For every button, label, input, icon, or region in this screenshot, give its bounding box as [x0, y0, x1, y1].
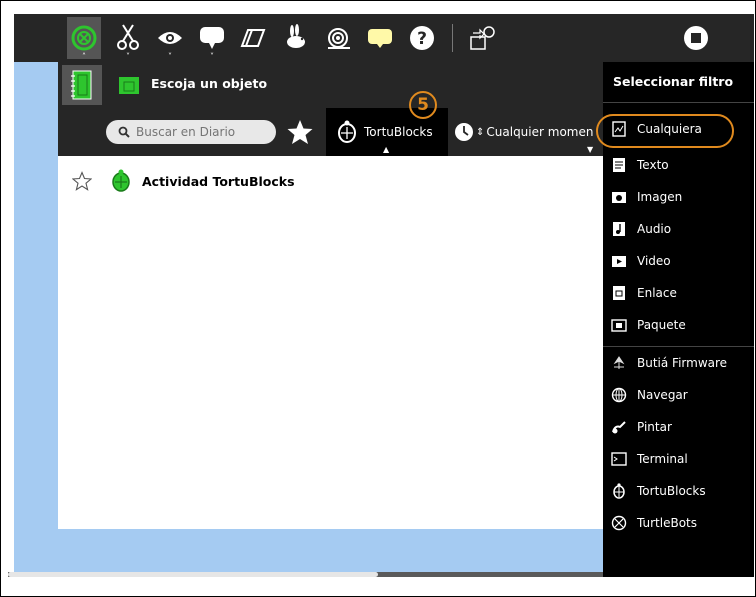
- filter-item-tortublocks[interactable]: TortuBlocks: [611, 478, 751, 504]
- activity-filter-label: TortuBlocks: [364, 125, 433, 139]
- filter-item-label: Audio: [637, 222, 672, 236]
- filter-item-label: Navegar: [637, 388, 688, 402]
- favorite-filter-star-icon[interactable]: [286, 118, 314, 146]
- filter-item-link[interactable]: Enlace: [611, 280, 751, 306]
- svg-text:?: ?: [417, 29, 427, 49]
- caret-down-icon: ▼: [587, 145, 594, 154]
- filter-item-video[interactable]: Video: [611, 248, 751, 274]
- link-file-icon: [611, 285, 627, 301]
- callout-number: 5: [409, 91, 437, 119]
- export-icon[interactable]: [462, 14, 502, 62]
- filter-item-label: Butiá Firmware: [637, 356, 728, 370]
- journal-icon: [62, 65, 102, 105]
- filter-item-label: Paquete: [637, 318, 686, 332]
- terminal-icon: [611, 451, 627, 467]
- star-icon[interactable]: [72, 171, 92, 191]
- filter-item-label: Imagen: [637, 190, 683, 204]
- activity-journal-icon[interactable]: ˄: [64, 14, 104, 62]
- filter-item-butia[interactable]: Butiá Firmware: [611, 350, 751, 376]
- filter-item-audio[interactable]: Audio: [611, 216, 751, 242]
- video-file-icon: [611, 253, 627, 269]
- eraser-icon[interactable]: [234, 14, 274, 62]
- filter-item-terminal[interactable]: Terminal: [611, 446, 751, 472]
- filter-item-label: Video: [637, 254, 671, 268]
- toolbar-separator: [452, 24, 453, 52]
- updown-icon: ⇕: [476, 126, 485, 138]
- dialog-title: Escoja un objeto: [151, 76, 268, 91]
- highlight-oval: [596, 114, 734, 148]
- turtle-icon: [336, 120, 358, 144]
- filter-item-text[interactable]: Texto: [611, 152, 751, 178]
- search-input[interactable]: [134, 124, 278, 140]
- main-toolbar: ˄ ˅ ˅ ˅ ?: [14, 14, 754, 62]
- filter-item-paint[interactable]: Pintar: [611, 414, 751, 440]
- search-box[interactable]: [106, 120, 278, 144]
- journal-list: Actividad TortuBlocks: [58, 156, 603, 529]
- stop-icon[interactable]: [676, 14, 716, 62]
- globe-icon: [611, 387, 627, 403]
- speech-icon[interactable]: ˅: [192, 14, 232, 62]
- filter-item-image[interactable]: Imagen: [611, 184, 751, 210]
- filter-item-package[interactable]: Paquete: [611, 312, 751, 338]
- turtlebots-icon: [611, 515, 627, 531]
- package-icon: [611, 317, 627, 333]
- filter-item-turtlebots[interactable]: TurtleBots: [611, 510, 751, 536]
- clock-icon: [453, 121, 475, 143]
- folder-icon: [118, 74, 140, 96]
- rabbit-fast-icon[interactable]: [276, 14, 316, 62]
- palette-divider: [603, 346, 754, 347]
- filter-item-browse[interactable]: Navegar: [611, 382, 751, 408]
- text-file-icon: [611, 157, 627, 173]
- audio-file-icon: [611, 221, 627, 237]
- search-icon: [118, 126, 130, 138]
- butia-icon: [611, 355, 627, 371]
- time-filter-button[interactable]: ⇕ Cualquier momen ▼: [453, 108, 603, 156]
- filter-item-label: Texto: [637, 158, 669, 172]
- scrollbar-thumb[interactable]: [8, 572, 378, 577]
- entry-title: Actividad TortuBlocks: [142, 173, 295, 189]
- image-file-icon: [611, 189, 627, 205]
- horizontal-scrollbar[interactable]: [8, 572, 603, 577]
- view-icon[interactable]: ˅: [150, 14, 190, 62]
- snail-slow-icon[interactable]: [318, 14, 358, 62]
- filter-item-label: TortuBlocks: [637, 484, 706, 498]
- palette-divider: [603, 102, 754, 103]
- filter-item-label: Terminal: [637, 452, 688, 466]
- time-filter-label: Cualquier momen: [486, 125, 594, 139]
- filter-item-label: Enlace: [637, 286, 677, 300]
- cut-icon[interactable]: ˅: [108, 14, 148, 62]
- caret-up-icon: ▲: [383, 145, 390, 154]
- help-bubble-icon[interactable]: [360, 14, 400, 62]
- filter-item-label: TurtleBots: [637, 516, 697, 530]
- help-icon[interactable]: ?: [402, 14, 442, 62]
- palette-title: Seleccionar filtro: [613, 74, 734, 89]
- list-item[interactable]: Actividad TortuBlocks: [58, 168, 603, 194]
- turtle-icon: [611, 483, 627, 499]
- object-chooser-titlebar: Escoja un objeto: [58, 62, 603, 108]
- filter-item-label: Pintar: [637, 420, 672, 434]
- turtle-icon: [110, 169, 132, 193]
- paint-icon: [611, 419, 627, 435]
- search-toolbar: TortuBlocks ▲ ⇕ Cualquier momen ▼: [58, 108, 603, 156]
